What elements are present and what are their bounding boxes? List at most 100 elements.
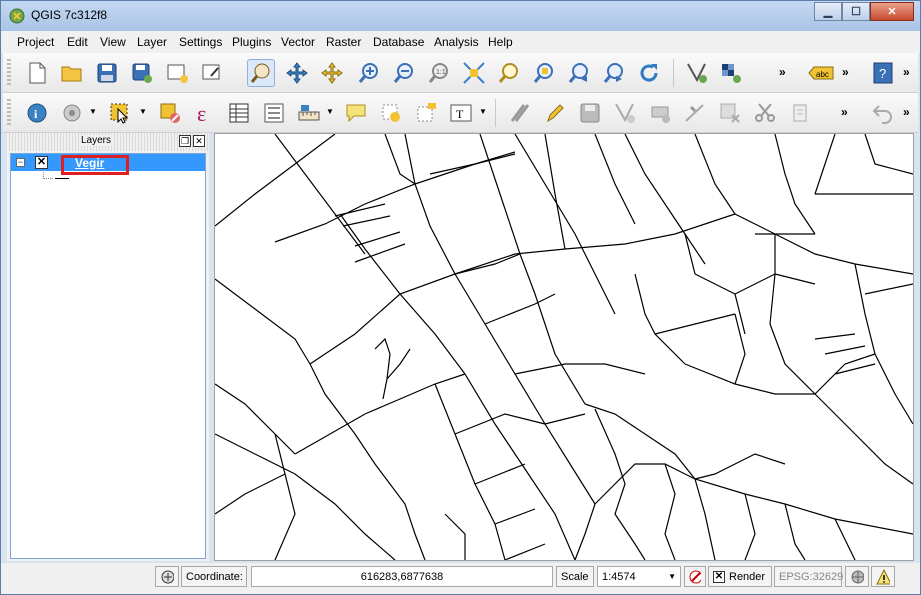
menu-help[interactable]: Help	[488, 35, 513, 49]
expression-select-icon[interactable]: ε	[191, 99, 219, 127]
svg-text:T: T	[456, 107, 464, 121]
text-annotation-icon[interactable]: T	[447, 99, 475, 127]
refresh-icon[interactable]	[635, 59, 663, 87]
title-bar[interactable]: QGIS 7c312f8 ▁ ☐ ✕	[1, 1, 920, 31]
toolbar-grip[interactable]	[7, 59, 11, 87]
coordinate-field[interactable]: 616283,6877638	[251, 566, 553, 587]
action-dropdown-arrow-icon[interactable]: ▼	[89, 107, 97, 116]
minimize-button[interactable]: ▁	[814, 2, 842, 21]
measure-icon[interactable]	[260, 99, 288, 127]
show-bookmarks-icon[interactable]	[412, 99, 440, 127]
zoom-next-icon[interactable]	[600, 59, 628, 87]
menu-raster[interactable]: Raster	[326, 35, 361, 49]
label-icon[interactable]: abc	[806, 59, 836, 87]
zoom-in-icon[interactable]	[355, 59, 383, 87]
attribute-table-icon[interactable]	[225, 99, 253, 127]
warning-icon[interactable]	[871, 566, 895, 587]
zoom-to-selection-icon[interactable]	[318, 59, 346, 87]
open-project-icon[interactable]	[58, 59, 86, 87]
menu-project[interactable]: Project	[17, 35, 54, 49]
toolbar-separator	[673, 59, 674, 87]
save-edits-icon[interactable]	[576, 99, 604, 127]
road-network-map	[214, 133, 914, 561]
copy-features-icon[interactable]	[786, 99, 814, 127]
pan-icon[interactable]	[247, 59, 275, 87]
chevron-down-icon[interactable]: ▼	[668, 572, 676, 581]
toggle-extents-icon[interactable]	[155, 566, 179, 587]
close-panel-button[interactable]: ✕	[193, 135, 205, 147]
add-raster-icon[interactable]	[717, 59, 745, 87]
toolbar-separator	[495, 99, 496, 127]
render-toggle[interactable]: ✕ Render	[708, 566, 772, 587]
help-icon[interactable]: ?	[869, 59, 897, 87]
float-panel-button[interactable]: ❐	[179, 135, 191, 147]
toolbar2-more[interactable]: »	[841, 105, 848, 119]
measure-dropdown-arrow-icon[interactable]: ▼	[326, 107, 334, 116]
annotation-dropdown-arrow-icon[interactable]: ▼	[479, 107, 487, 116]
save-project-icon[interactable]	[93, 59, 121, 87]
new-project-icon[interactable]	[23, 59, 51, 87]
maximize-button[interactable]: ☐	[842, 2, 870, 21]
measure-tool-icon[interactable]	[295, 99, 323, 127]
zoom-out-icon[interactable]	[390, 59, 418, 87]
status-bar: Coordinate: 616283,6877638 Scale 1:4574 …	[1, 563, 920, 594]
menu-settings[interactable]: Settings	[179, 35, 222, 49]
toggle-editing-icon[interactable]	[541, 99, 569, 127]
layer-tree[interactable]: − ✕ Vegir	[10, 153, 206, 559]
zoom-actual-size-icon[interactable]: 1:1	[425, 59, 453, 87]
road-lines	[214, 133, 914, 561]
menu-vector[interactable]: Vector	[281, 35, 315, 49]
map-canvas[interactable]	[214, 133, 914, 561]
run-action-icon[interactable]	[58, 99, 86, 127]
pan-to-selection-icon[interactable]	[283, 59, 311, 87]
menu-edit[interactable]: Edit	[67, 35, 88, 49]
crs-globe-icon[interactable]	[845, 566, 869, 587]
toolbar1-more-3[interactable]: »	[903, 65, 910, 79]
select-dropdown-arrow-icon[interactable]: ▼	[139, 107, 147, 116]
new-print-composer-icon[interactable]	[163, 59, 191, 87]
new-bookmark-icon[interactable]	[377, 99, 405, 127]
toolbar1-more-1[interactable]: »	[779, 65, 786, 79]
stop-render-icon[interactable]	[684, 566, 706, 587]
select-icon[interactable]	[106, 99, 134, 127]
layer-item-vegir[interactable]: − ✕ Vegir	[11, 154, 205, 175]
toolbar2-more-2[interactable]: »	[903, 105, 910, 119]
cut-features-icon[interactable]	[751, 99, 779, 127]
scale-label: Scale	[556, 566, 594, 587]
digitize-node-icon[interactable]	[683, 59, 711, 87]
crs-status[interactable]: EPSG:32629	[774, 566, 843, 587]
menu-database[interactable]: Database	[373, 35, 424, 49]
menu-analysis[interactable]: Analysis	[434, 35, 479, 49]
layer-symbol-line	[55, 178, 69, 179]
render-checkbox[interactable]: ✕	[713, 570, 725, 583]
close-button[interactable]: ✕	[870, 2, 914, 21]
menu-layer[interactable]: Layer	[137, 35, 167, 49]
menu-plugins[interactable]: Plugins	[232, 35, 271, 49]
zoom-last-icon[interactable]	[565, 59, 593, 87]
undo-icon[interactable]	[869, 99, 897, 127]
save-as-icon[interactable]	[128, 59, 156, 87]
menu-view[interactable]: View	[100, 35, 126, 49]
toolbar1-more-2[interactable]: »	[842, 65, 849, 79]
toolbar-grip[interactable]	[7, 99, 11, 127]
node-tool-icon[interactable]	[681, 99, 709, 127]
current-edits-icon[interactable]	[506, 99, 534, 127]
delete-selected-icon[interactable]	[716, 99, 744, 127]
svg-text:ε: ε	[197, 101, 206, 125]
qgis-logo-icon	[9, 8, 25, 24]
deselect-icon[interactable]	[156, 99, 184, 127]
tree-connector	[43, 178, 53, 179]
zoom-full-icon[interactable]	[460, 59, 488, 87]
move-feature-icon[interactable]	[646, 99, 674, 127]
zoom-to-layer-icon[interactable]	[495, 59, 523, 87]
collapse-icon[interactable]: −	[16, 158, 25, 167]
scale-combobox[interactable]: 1:4574 ▼	[597, 566, 681, 587]
zoom-to-selection2-icon[interactable]	[530, 59, 558, 87]
identify-icon[interactable]: i	[23, 99, 51, 127]
layer-visibility-checkbox[interactable]: ✕	[35, 156, 48, 169]
composer-manager-icon[interactable]	[198, 59, 226, 87]
add-feature-icon[interactable]	[611, 99, 639, 127]
map-tips-icon[interactable]	[342, 99, 370, 127]
layers-panel-titlebar[interactable]: Layers ❐ ✕	[7, 133, 209, 151]
menu-bar: Project Edit View Layer Settings Plugins…	[1, 31, 920, 53]
